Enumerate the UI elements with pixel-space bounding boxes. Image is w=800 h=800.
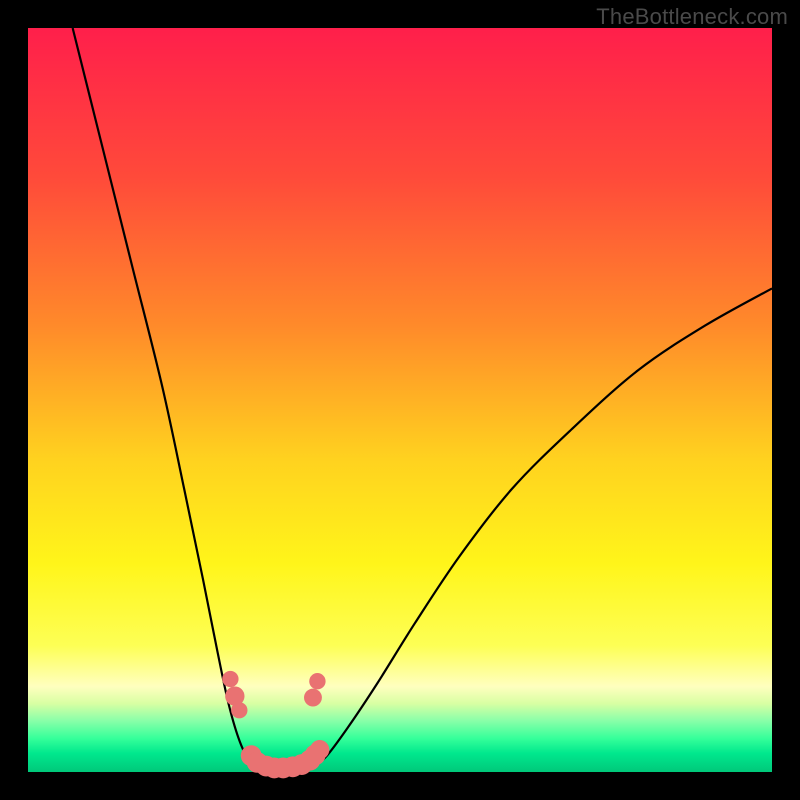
data-markers xyxy=(222,671,329,779)
data-marker xyxy=(304,689,322,707)
bottleneck-curve xyxy=(73,28,772,771)
data-marker xyxy=(231,702,247,718)
data-marker xyxy=(309,673,325,689)
curve-layer xyxy=(28,28,772,772)
chart-frame: TheBottleneck.com xyxy=(0,0,800,800)
watermark-text: TheBottleneck.com xyxy=(596,4,788,30)
data-marker xyxy=(222,671,238,687)
curve-path xyxy=(73,28,772,771)
data-marker xyxy=(310,740,329,759)
plot-area xyxy=(28,28,772,772)
